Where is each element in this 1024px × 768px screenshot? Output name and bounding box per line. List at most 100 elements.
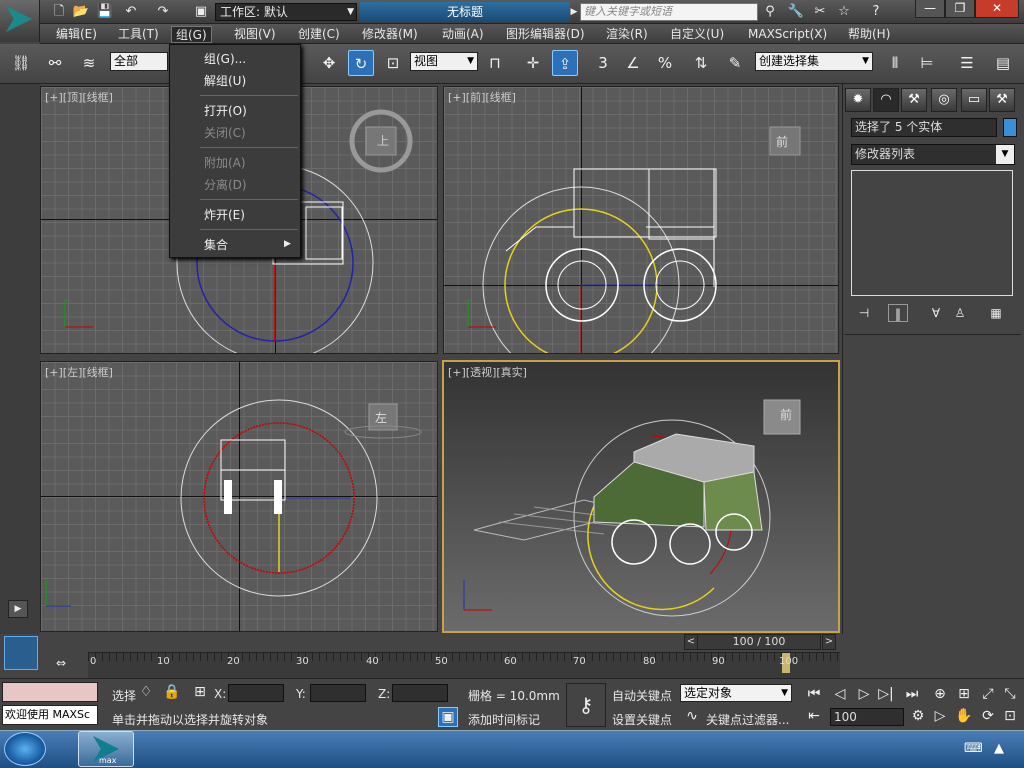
link-icon[interactable]: ⛓	[8, 50, 34, 76]
object-color-swatch[interactable]	[1003, 118, 1017, 137]
go-to-end-icon[interactable]: ⏭	[902, 685, 922, 705]
viewcube-label[interactable]: 前	[776, 133, 788, 150]
select-rotate-icon[interactable]: ↻	[348, 50, 374, 76]
undo-icon[interactable]: ↶	[122, 3, 140, 21]
menu-tools[interactable]: 工具(T)	[114, 26, 163, 43]
menu-edit[interactable]: 编辑(E)	[52, 26, 101, 43]
project-folder-icon[interactable]: ▣	[192, 3, 210, 21]
layer-manager-icon[interactable]: ☰	[954, 50, 980, 76]
zoom-all-icon[interactable]: ⊞	[954, 685, 974, 705]
viewport-layout-icon[interactable]	[4, 636, 38, 670]
menu-item-group[interactable]: 组(G)...	[170, 49, 300, 69]
field-of-view-icon[interactable]: ▷	[930, 707, 950, 727]
track-bar[interactable]	[88, 652, 840, 678]
menu-views[interactable]: 视图(V)	[230, 26, 280, 43]
star-icon[interactable]: ☆	[834, 3, 854, 21]
show-end-result-icon[interactable]: ‖	[888, 304, 908, 322]
wrench-icon[interactable]: 🔧	[786, 3, 806, 21]
exchange-icon[interactable]: ✂	[810, 3, 830, 21]
viewcube-label[interactable]: 前	[780, 406, 792, 423]
key-filters-button[interactable]: 关键点过滤器...	[706, 711, 789, 728]
time-prev-arrow-icon[interactable]: <	[684, 634, 698, 650]
set-key-button[interactable]: 设置关键点	[612, 711, 672, 728]
modifier-list-dropdown[interactable]: 修改器列表 ▼	[851, 144, 1015, 165]
redo-icon[interactable]: ↷	[154, 3, 172, 21]
selection-filter-dropdown[interactable]: 全部	[110, 52, 168, 71]
remove-modifier-icon[interactable]: ♙	[950, 304, 970, 322]
keyboard-shortcut-override-icon[interactable]: ⇪	[552, 50, 578, 76]
menu-customize[interactable]: 自定义(U)	[666, 26, 728, 43]
pivot-center-icon[interactable]: ⊓	[482, 50, 508, 76]
new-file-icon[interactable]: 🗋	[50, 3, 68, 21]
modify-icon[interactable]: ◠	[873, 88, 899, 112]
key-mode-toggle-icon[interactable]: ⇤	[804, 707, 824, 727]
open-folder-icon[interactable]: 📂	[72, 3, 90, 21]
help-icon[interactable]: ?	[866, 3, 886, 21]
add-time-tag[interactable]: 添加时间标记	[468, 711, 540, 728]
search-input[interactable]: 键入关键字或短语	[580, 3, 758, 21]
angle-snap-icon[interactable]: ∠	[620, 50, 646, 76]
key-icon[interactable]: ⚷	[566, 683, 606, 727]
isolate-icon[interactable]: ♢	[136, 683, 156, 703]
z-coordinate-field[interactable]	[392, 684, 448, 702]
maxscript-mini-listener[interactable]: 欢迎使用 MAXSc	[2, 705, 98, 725]
time-next-arrow-icon[interactable]: >	[822, 634, 836, 650]
select-scale-icon[interactable]: ⊡	[380, 50, 406, 76]
bind-space-warp-icon[interactable]: ≋	[76, 50, 102, 76]
maximize-viewport-icon[interactable]: ⊡	[1000, 707, 1020, 727]
viewport-left[interactable]: [+][左][线框] 左	[40, 361, 438, 632]
application-button[interactable]	[0, 0, 40, 42]
taskbar-app-3dsmax[interactable]: max	[78, 731, 134, 767]
close-button[interactable]: ✕	[975, 0, 1019, 18]
menu-maxscript[interactable]: MAXScript(X)	[744, 26, 831, 43]
menu-animation[interactable]: 动画(A)	[438, 26, 488, 43]
percent-snap-icon[interactable]: %	[652, 50, 678, 76]
time-configuration-icon[interactable]: ⚙	[908, 707, 928, 727]
menu-item-ungroup[interactable]: 解组(U)	[170, 71, 300, 91]
menu-create[interactable]: 创建(C)	[294, 26, 344, 43]
zoom-extents-icon[interactable]: ⤢	[978, 685, 998, 705]
track-bar-icon[interactable]: ⇔	[50, 656, 72, 674]
reference-coordinate-dropdown[interactable]: 视图 ▼	[410, 52, 478, 71]
menu-item-explode[interactable]: 炸开(E)	[170, 205, 300, 225]
modifier-stack[interactable]	[851, 170, 1013, 296]
play-icon[interactable]: ▷	[854, 685, 874, 705]
menu-rendering[interactable]: 渲染(R)	[602, 26, 652, 43]
menu-item-assembly[interactable]: 集合	[170, 235, 300, 255]
viewcube-label[interactable]: 上	[377, 132, 389, 149]
binoculars-icon[interactable]: ⚲	[760, 3, 780, 21]
next-frame-icon[interactable]: ▷|	[876, 685, 896, 705]
display-icon[interactable]: ▭	[961, 88, 987, 112]
current-frame-field[interactable]: 100	[830, 708, 904, 726]
key-mode-dropdown[interactable]: 选定对象 ▼	[680, 684, 792, 702]
named-selection-dropdown[interactable]: 创建选择集 ▼	[755, 52, 873, 71]
key-filter-curve-icon[interactable]: ∿	[682, 707, 702, 727]
zoom-icon[interactable]: ⊕	[930, 685, 950, 705]
spinner-snap-icon[interactable]: ⇅	[688, 50, 714, 76]
tray-arrow-icon[interactable]: ▲	[994, 741, 1004, 756]
hierarchy-icon[interactable]: ⚒	[901, 88, 927, 112]
viewport-front[interactable]: [+][前][线框] 前	[443, 86, 839, 354]
create-icon[interactable]: ✹	[845, 88, 871, 112]
orbit-icon[interactable]: ⟳	[978, 707, 998, 727]
time-slider[interactable]: 100 / 100	[697, 634, 821, 650]
zoom-extents-all-icon[interactable]: ⤡	[1000, 685, 1020, 705]
viewcube-label[interactable]: 左	[375, 409, 387, 426]
restore-button[interactable]: ❐	[945, 0, 975, 18]
pin-stack-icon[interactable]: ⊣	[854, 304, 874, 322]
configure-sets-icon[interactable]: ▦	[986, 304, 1006, 322]
edit-named-selection-icon[interactable]: ✎	[722, 50, 748, 76]
align-icon[interactable]: ⊨	[914, 50, 940, 76]
pan-view-icon[interactable]: ✋	[954, 707, 974, 727]
menu-item-open[interactable]: 打开(O)	[170, 101, 300, 121]
auto-key-button[interactable]: 自动关键点	[612, 687, 672, 704]
menu-modifiers[interactable]: 修改器(M)	[358, 26, 422, 43]
keyboard-icon[interactable]: ⌨	[964, 741, 983, 756]
mirror-icon[interactable]: ⫴	[882, 50, 908, 76]
manipulate-icon[interactable]: ✛	[520, 50, 546, 76]
absolute-mode-icon[interactable]: ⊞	[190, 683, 210, 703]
lock-icon[interactable]: 🔒	[162, 683, 182, 703]
go-to-start-icon[interactable]: ⏮	[804, 685, 824, 705]
expand-arrow-icon[interactable]: ▶	[8, 600, 28, 618]
make-unique-icon[interactable]: ∀	[926, 304, 946, 322]
